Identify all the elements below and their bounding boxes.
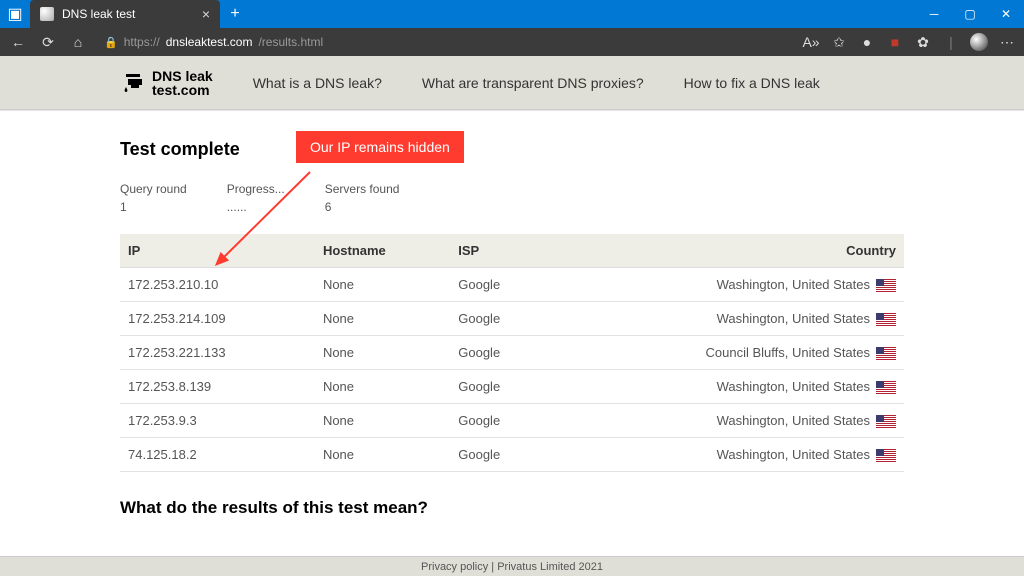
tab-actions-icon[interactable]: ▣ — [0, 0, 30, 28]
extensions-icon[interactable]: ✿ — [914, 33, 932, 51]
extension-icon-1[interactable]: ● — [858, 33, 876, 51]
url-host: dnsleaktest.com — [166, 35, 253, 49]
table-row: 172.253.9.3NoneGoogleWashington, United … — [120, 404, 904, 438]
browser-toolbar: ← ⟳ ⌂ 🔒 https:// dnsleaktest.com/results.… — [0, 28, 1024, 56]
window-minimize-button[interactable]: ─ — [916, 0, 952, 28]
faucet-icon — [120, 70, 146, 96]
cell-country: Washington, United States — [550, 404, 904, 438]
cell-hostname: None — [315, 268, 450, 302]
new-tab-button[interactable]: + — [220, 0, 250, 28]
lock-icon: 🔒 — [104, 36, 118, 49]
stat-servers-value: 6 — [325, 200, 400, 214]
url-path: /results.html — [258, 35, 323, 49]
cell-country: Washington, United States — [550, 268, 904, 302]
table-row: 74.125.18.2NoneGoogleWashington, United … — [120, 438, 904, 472]
close-tab-icon[interactable]: × — [202, 6, 210, 22]
page-heading: Test complete — [120, 139, 904, 160]
address-bar[interactable]: 🔒 https:// dnsleaktest.com/results.html — [98, 35, 792, 49]
table-row: 172.253.214.109NoneGoogleWashington, Uni… — [120, 302, 904, 336]
browser-tab[interactable]: DNS leak test × — [30, 0, 220, 28]
nav-transparent-proxies[interactable]: What are transparent DNS proxies? — [422, 75, 644, 91]
table-row: 172.253.221.133NoneGoogleCouncil Bluffs,… — [120, 336, 904, 370]
back-button[interactable]: ← — [8, 32, 28, 52]
stat-progress-label: Progress... — [227, 182, 285, 196]
extension-icon-2[interactable]: ■ — [886, 33, 904, 51]
cell-hostname: None — [315, 404, 450, 438]
stat-query-value: 1 — [120, 200, 187, 214]
cell-hostname: None — [315, 336, 450, 370]
cell-ip: 172.253.221.133 — [120, 336, 315, 370]
col-isp: ISP — [450, 234, 549, 268]
privacy-link[interactable]: Privacy policy — [421, 561, 488, 573]
cell-country: Council Bluffs, United States — [550, 336, 904, 370]
site-logo[interactable]: DNS leaktest.com — [120, 69, 213, 97]
nav-how-to-fix[interactable]: How to fix a DNS leak — [684, 75, 820, 91]
profile-avatar[interactable] — [970, 33, 988, 51]
col-country: Country — [550, 234, 904, 268]
cell-isp: Google — [450, 268, 549, 302]
more-menu-icon[interactable]: ⋯ — [998, 33, 1016, 51]
site-header: DNS leaktest.com What is a DNS leak? Wha… — [0, 56, 1024, 110]
cell-hostname: None — [315, 438, 450, 472]
cell-country: Washington, United States — [550, 370, 904, 404]
cell-isp: Google — [450, 404, 549, 438]
window-titlebar: ▣ DNS leak test × + ─ ▢ ✕ — [0, 0, 1024, 28]
cell-ip: 172.253.9.3 — [120, 404, 315, 438]
test-stats: Query round 1 Progress......... Servers f… — [120, 182, 904, 214]
cell-isp: Google — [450, 302, 549, 336]
favorite-icon[interactable]: ✩ — [830, 33, 848, 51]
cell-isp: Google — [450, 438, 549, 472]
tab-title: DNS leak test — [62, 7, 135, 21]
cell-hostname: None — [315, 370, 450, 404]
cell-ip: 74.125.18.2 — [120, 438, 315, 472]
us-flag-icon — [876, 381, 896, 394]
page-body: DNS leaktest.com What is a DNS leak? Wha… — [0, 56, 1024, 576]
results-table: IP Hostname ISP Country 172.253.210.10No… — [120, 234, 904, 472]
read-aloud-icon[interactable]: A» — [802, 33, 820, 51]
us-flag-icon — [876, 415, 896, 428]
cell-country: Washington, United States — [550, 438, 904, 472]
url-scheme: https:// — [124, 35, 160, 49]
stat-servers-label: Servers found — [325, 182, 400, 196]
us-flag-icon — [876, 347, 896, 360]
cell-ip: 172.253.210.10 — [120, 268, 315, 302]
col-ip: IP — [120, 234, 315, 268]
annotation-callout: Our IP remains hidden — [296, 131, 464, 163]
col-hostname: Hostname — [315, 234, 450, 268]
main-content: Test complete Our IP remains hidden Quer… — [0, 110, 1024, 576]
window-close-button[interactable]: ✕ — [988, 0, 1024, 28]
logo-text-2: test.com — [152, 82, 210, 98]
footer-text: | Privatus Limited 2021 — [488, 561, 603, 573]
table-row: 172.253.8.139NoneGoogleWashington, Unite… — [120, 370, 904, 404]
tab-favicon — [40, 7, 54, 21]
refresh-button[interactable]: ⟳ — [38, 32, 58, 52]
results-subheading: What do the results of this test mean? — [120, 498, 904, 518]
cell-ip: 172.253.214.109 — [120, 302, 315, 336]
nav-what-is-leak[interactable]: What is a DNS leak? — [253, 75, 382, 91]
us-flag-icon — [876, 279, 896, 292]
site-footer: Privacy policy | Privatus Limited 2021 — [0, 556, 1024, 576]
stat-progress-value: ...... — [227, 200, 285, 214]
cell-isp: Google — [450, 370, 549, 404]
cell-ip: 172.253.8.139 — [120, 370, 315, 404]
cell-country: Washington, United States — [550, 302, 904, 336]
us-flag-icon — [876, 313, 896, 326]
cell-isp: Google — [450, 336, 549, 370]
table-row: 172.253.210.10NoneGoogleWashington, Unit… — [120, 268, 904, 302]
us-flag-icon — [876, 449, 896, 462]
stat-query-label: Query round — [120, 182, 187, 196]
toolbar-divider: | — [942, 33, 960, 51]
window-maximize-button[interactable]: ▢ — [952, 0, 988, 28]
home-button[interactable]: ⌂ — [68, 32, 88, 52]
cell-hostname: None — [315, 302, 450, 336]
